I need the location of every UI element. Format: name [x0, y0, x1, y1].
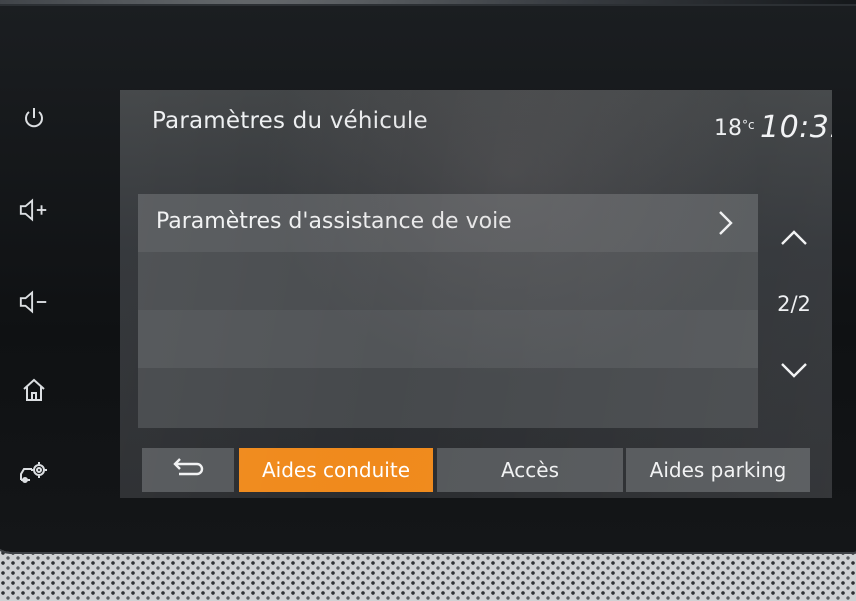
temperature-value: 18 — [714, 116, 742, 141]
list-item-empty — [138, 252, 758, 310]
list-item-empty — [138, 368, 758, 428]
temperature-readout: 18°c — [714, 116, 755, 141]
infotainment-screen: Paramètres du véhicule 18°c 10:31 Paramè… — [120, 90, 832, 498]
tab-bar: Aides conduite Accès Aides parking — [142, 448, 810, 492]
list-item-empty — [138, 310, 758, 368]
list-item-label: Paramètres d'assistance de voie — [156, 209, 512, 234]
car-dashboard: Paramètres du véhicule 18°c 10:31 Paramè… — [0, 0, 856, 601]
tab-acces[interactable]: Accès — [437, 448, 623, 492]
settings-list: Paramètres d'assistance de voie — [138, 194, 758, 434]
tab-aides-conduite[interactable]: Aides conduite — [239, 448, 433, 492]
chevron-down-icon[interactable] — [776, 352, 812, 388]
clock: 10:31 — [760, 110, 832, 145]
chevron-right-icon — [710, 208, 740, 238]
list-item-lane-assist[interactable]: Paramètres d'assistance de voie — [138, 194, 758, 252]
home-icon[interactable] — [18, 374, 50, 406]
page-indicator: 2/2 — [777, 292, 811, 316]
back-arrow-icon — [171, 457, 205, 484]
temperature-unit: °c — [742, 118, 755, 132]
back-button[interactable] — [142, 448, 234, 492]
chevron-up-icon[interactable] — [776, 220, 812, 256]
scroll-column: 2/2 — [756, 194, 832, 434]
page-title: Paramètres du véhicule — [152, 108, 428, 134]
tab-aides-parking[interactable]: Aides parking — [626, 448, 810, 492]
power-icon[interactable] — [18, 102, 50, 134]
volume-down-icon[interactable] — [18, 286, 50, 318]
vehicle-settings-icon[interactable] — [18, 456, 50, 488]
display-bezel: Paramètres du véhicule 18°c 10:31 Paramè… — [0, 4, 856, 552]
volume-up-icon[interactable] — [18, 194, 50, 226]
